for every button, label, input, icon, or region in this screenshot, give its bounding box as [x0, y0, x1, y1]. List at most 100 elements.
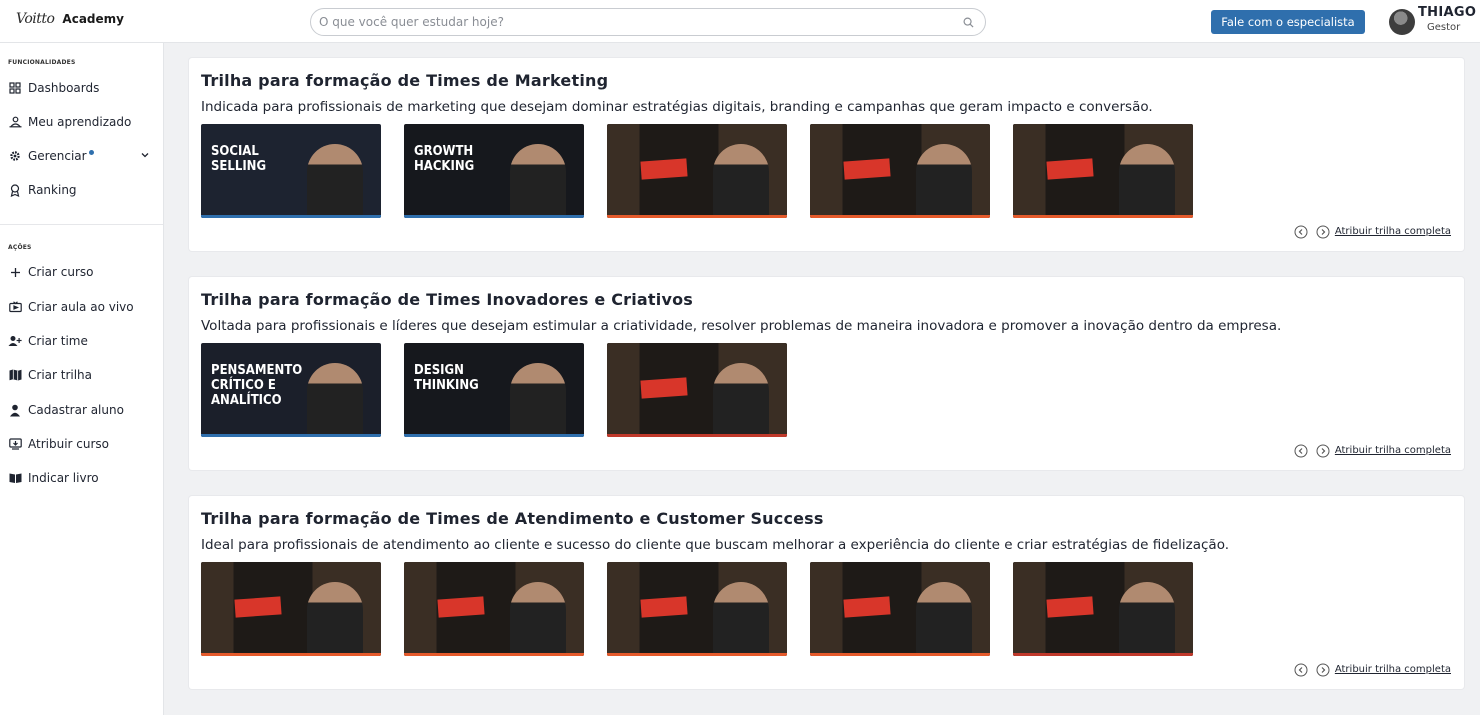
logo[interactable]: Voitto Academy — [16, 11, 124, 27]
course-thumbnail[interactable]: SOCIAL SELLING — [201, 124, 381, 218]
sidebar-item-dashboards[interactable]: Dashboards — [8, 77, 158, 99]
course-thumbnail-title: DESIGN THINKING — [414, 363, 479, 393]
instructor-photo — [916, 582, 972, 656]
course-thumbnail[interactable] — [607, 343, 787, 437]
track-title: Trilha para formação de Times Inovadores… — [201, 290, 693, 309]
sidebar-item-assign-course[interactable]: Atribuir curso — [8, 433, 158, 455]
track-title: Trilha para formação de Times de Atendim… — [201, 509, 824, 528]
assign-full-track-link[interactable]: Atribuir trilha completa — [1335, 664, 1451, 675]
sidebar-item-create-team[interactable]: Criar time — [8, 330, 158, 352]
thumbnail-red-tag — [1046, 158, 1094, 180]
thumbnail-red-tag — [640, 377, 688, 399]
sidebar-item-label: Criar curso — [28, 265, 94, 279]
thumbnail-red-tag — [437, 596, 485, 618]
instructor-photo — [1119, 582, 1175, 656]
course-thumbnail[interactable] — [404, 562, 584, 656]
course-thumbnail[interactable] — [607, 124, 787, 218]
book-icon — [8, 471, 22, 485]
search-input[interactable] — [319, 15, 961, 29]
course-thumbnail-title: PENSAMENTO CRÍTICO E ANALÍTICO — [211, 363, 303, 408]
top-bar: Voitto Academy Fale com o especialista T… — [0, 0, 1480, 43]
sidebar-item-ranking[interactable]: Ranking — [8, 179, 158, 201]
sidebar-item-label: Criar trilha — [28, 368, 93, 382]
instructor-photo — [510, 582, 566, 656]
ribbon-icon — [8, 183, 22, 197]
sidebar-item-label: Atribuir curso — [28, 437, 110, 451]
talk-to-specialist-button[interactable]: Fale com o especialista — [1211, 10, 1365, 34]
thumbnail-accent-band — [607, 215, 787, 218]
carousel-next-icon[interactable] — [1316, 663, 1330, 677]
thumbnail-accent-band — [607, 653, 787, 656]
course-thumbnail[interactable]: GROWTH HACKING — [404, 124, 584, 218]
instructor-photo — [510, 363, 566, 437]
course-thumbnail-title: GROWTH HACKING — [414, 144, 475, 174]
carousel-controls — [1294, 663, 1330, 677]
search-icon[interactable] — [961, 15, 975, 29]
course-thumbnail[interactable] — [1013, 562, 1193, 656]
carousel-next-icon[interactable] — [1316, 444, 1330, 458]
instructor-photo — [713, 582, 769, 656]
thumbnail-red-tag — [640, 158, 688, 180]
sidebar-section-features: FUNCIONALIDADES — [8, 59, 76, 66]
avatar[interactable] — [1389, 9, 1415, 35]
assign-full-track-link[interactable]: Atribuir trilha completa — [1335, 445, 1451, 456]
thumbnail-accent-band — [404, 215, 584, 218]
chevron-down-icon[interactable] — [140, 149, 150, 163]
sidebar-item-my-learning[interactable]: Meu aprendizado — [8, 111, 158, 133]
sidebar-item-label: Gerenciar — [28, 149, 87, 163]
sidebar: FUNCIONALIDADES Dashboards Meu aprendiza… — [0, 43, 164, 715]
track-description: Indicada para profissionais de marketing… — [201, 99, 1153, 115]
course-thumbnail[interactable] — [810, 562, 990, 656]
sidebar-item-create-live-class[interactable]: Criar aula ao vivo — [8, 296, 158, 318]
track-title: Trilha para formação de Times de Marketi… — [201, 71, 609, 90]
voitto-logo-mark: Voitto — [16, 11, 55, 27]
sidebar-divider — [0, 224, 163, 225]
sidebar-item-label: Dashboards — [28, 81, 100, 95]
track-description: Voltada para profissionais e líderes que… — [201, 318, 1282, 334]
sidebar-item-label: Indicar livro — [28, 471, 99, 485]
track-card-innovation: Trilha para formação de Times Inovadores… — [189, 277, 1464, 470]
thumbnail-red-tag — [843, 158, 891, 180]
add-student-icon — [8, 403, 22, 417]
plus-icon — [8, 265, 22, 279]
thumbnail-red-tag — [640, 596, 688, 618]
instructor-photo — [1119, 144, 1175, 218]
thumbnail-accent-band — [201, 434, 381, 437]
instructor-photo — [307, 144, 363, 218]
instructor-photo — [916, 144, 972, 218]
carousel-next-icon[interactable] — [1316, 225, 1330, 239]
thumbnail-red-tag — [234, 596, 282, 618]
carousel-prev-icon[interactable] — [1294, 444, 1308, 458]
thumbnail-accent-band — [201, 653, 381, 656]
thumbnail-accent-band — [810, 653, 990, 656]
carousel-prev-icon[interactable] — [1294, 225, 1308, 239]
sidebar-item-label: Cadastrar aluno — [28, 403, 124, 417]
sidebar-item-label: Meu aprendizado — [28, 115, 132, 129]
carousel-prev-icon[interactable] — [1294, 663, 1308, 677]
user-name[interactable]: THIAGO — [1418, 5, 1476, 20]
instructor-photo — [510, 144, 566, 218]
course-thumbnail-title: SOCIAL SELLING — [211, 144, 267, 174]
sidebar-item-create-track[interactable]: Criar trilha — [8, 364, 158, 386]
assign-full-track-link[interactable]: Atribuir trilha completa — [1335, 226, 1451, 237]
instructor-photo — [713, 144, 769, 218]
course-thumbnail[interactable] — [607, 562, 787, 656]
sidebar-item-label: Ranking — [28, 183, 77, 197]
course-thumbnail[interactable] — [201, 562, 381, 656]
thumbnail-accent-band — [404, 434, 584, 437]
gear-icon — [8, 149, 22, 163]
sidebar-item-manage[interactable]: Gerenciar — [8, 145, 158, 167]
thumbnail-accent-band — [201, 215, 381, 218]
thumbnail-accent-band — [404, 653, 584, 656]
sidebar-item-label: Criar time — [28, 334, 88, 348]
sidebar-item-create-course[interactable]: Criar curso — [8, 261, 158, 283]
course-thumbnail[interactable] — [1013, 124, 1193, 218]
sidebar-item-recommend-book[interactable]: Indicar livro — [8, 467, 158, 489]
search-bar[interactable] — [310, 8, 986, 36]
course-thumbnail[interactable]: PENSAMENTO CRÍTICO E ANALÍTICO — [201, 343, 381, 437]
sidebar-item-label: Criar aula ao vivo — [28, 300, 134, 314]
sidebar-item-register-student[interactable]: Cadastrar aluno — [8, 399, 158, 421]
course-thumbnail[interactable] — [810, 124, 990, 218]
course-thumbnail[interactable]: DESIGN THINKING — [404, 343, 584, 437]
user-role: Gestor — [1427, 22, 1461, 33]
